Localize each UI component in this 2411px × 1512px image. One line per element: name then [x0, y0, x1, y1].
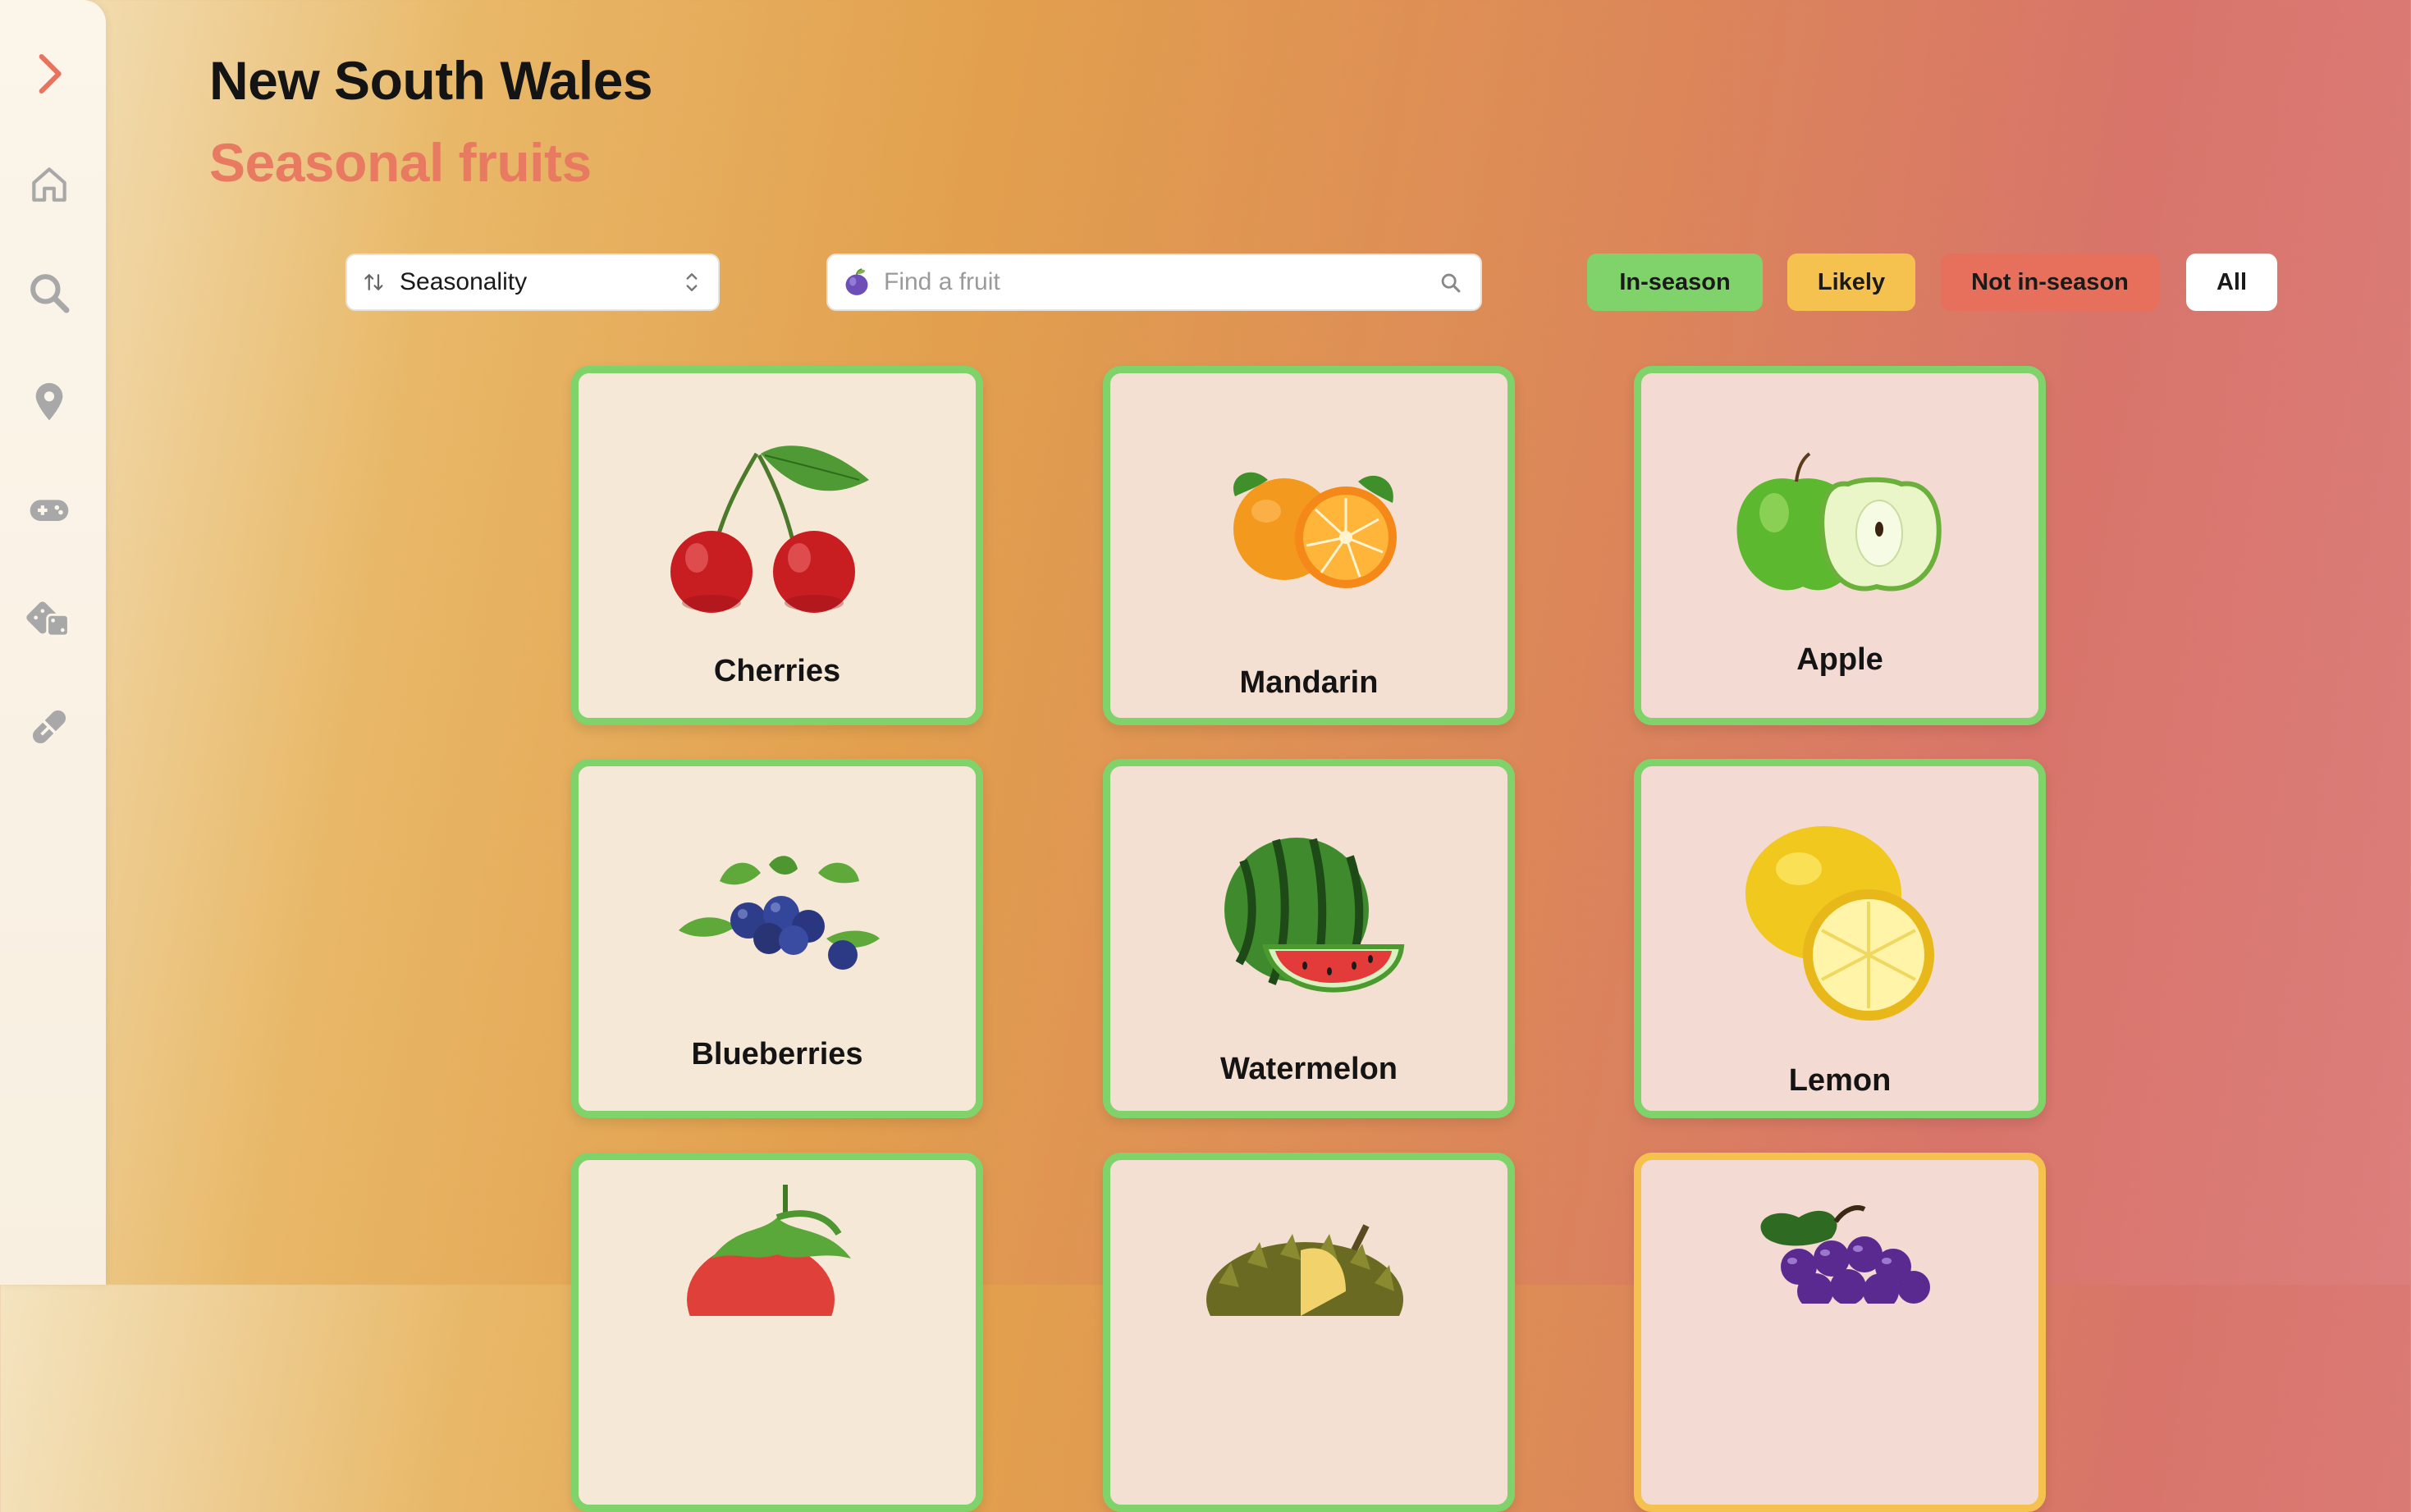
fruit-name: Apple [1796, 642, 1883, 677]
filter-likely-button[interactable]: Likely [1787, 254, 1915, 311]
home-icon[interactable] [25, 160, 74, 209]
filter-in-season-button[interactable]: In-season [1587, 254, 1763, 311]
plum-icon [845, 268, 868, 295]
fruit-card-watermelon[interactable]: Watermelon [1103, 759, 1515, 1118]
watermelon-image [1110, 828, 1507, 1008]
dice-icon[interactable] [25, 594, 74, 643]
blueberries-image [579, 848, 976, 971]
sort-arrows-icon [364, 274, 383, 290]
mandarin-image [1110, 455, 1507, 603]
search-input[interactable] [882, 267, 1411, 297]
cherries-image [579, 431, 976, 619]
sort-select[interactable]: Seasonality [345, 254, 720, 311]
fruit-name: Lemon [1788, 1063, 1892, 1098]
fruit-search [826, 254, 1482, 311]
sidebar [0, 0, 106, 1285]
apple-image [1641, 447, 2038, 603]
fruit-name: Watermelon [1219, 1052, 1398, 1086]
fruit-card-cherries[interactable]: Cherries [571, 366, 983, 725]
durian-image [1110, 1217, 1507, 1316]
fruit-card-strawberry[interactable] [571, 1153, 983, 1512]
strawberry-image [579, 1185, 976, 1316]
chevron-right-icon[interactable] [25, 49, 74, 98]
sort-select-value: Seasonality [400, 268, 528, 295]
fruit-card-grapes[interactable] [1634, 1153, 2046, 1512]
search-icon[interactable] [25, 268, 74, 317]
filter-not-in-season-button[interactable]: Not in-season [1941, 254, 2159, 311]
fruit-card-lemon[interactable]: Lemon [1634, 759, 2046, 1118]
chevron-updown-icon [686, 273, 698, 291]
grapes-image [1641, 1205, 2038, 1304]
fruit-card-mandarin[interactable]: Mandarin [1103, 366, 1515, 725]
filter-all-button[interactable]: All [2186, 254, 2277, 311]
page-title: New South Wales [209, 50, 653, 111]
fruit-name: Blueberries [691, 1037, 863, 1071]
pill-icon[interactable] [25, 702, 74, 751]
fruit-card-apple[interactable]: Apple [1634, 366, 2046, 725]
search-icon[interactable] [1439, 272, 1462, 295]
lemon-image [1641, 811, 2038, 1033]
page-subtitle: Seasonal fruits [209, 132, 592, 193]
fruit-name: Cherries [713, 654, 841, 688]
gamepad-icon[interactable] [25, 485, 74, 534]
location-pin-icon[interactable] [25, 377, 74, 426]
fruit-name: Mandarin [1239, 665, 1379, 700]
fruit-card-blueberries[interactable]: Blueberries [571, 759, 983, 1118]
fruit-card-durian[interactable] [1103, 1153, 1515, 1512]
